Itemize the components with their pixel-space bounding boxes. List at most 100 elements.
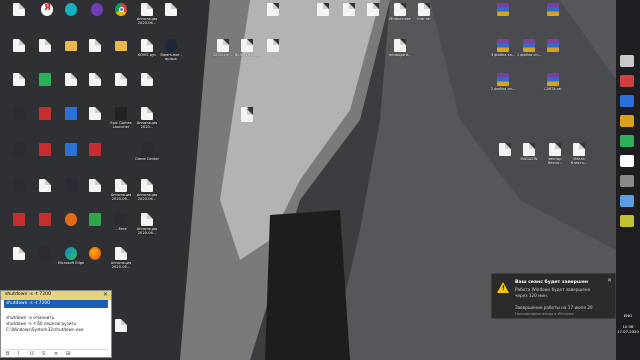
desktop-icon[interactable] bbox=[36, 2, 58, 28]
taskbar-app-icon[interactable] bbox=[620, 55, 634, 67]
desktop-icon[interactable] bbox=[84, 178, 106, 204]
desktop-icon[interactable] bbox=[542, 38, 564, 64]
desktop-icon[interactable]: Mmbscr.exe bbox=[389, 2, 411, 28]
strikethrough-icon[interactable]: S bbox=[42, 351, 45, 357]
desktop-icon[interactable] bbox=[110, 318, 132, 344]
desktop-icon[interactable]: Вкл.Ч10 на... bbox=[235, 38, 259, 64]
desktop-icon[interactable] bbox=[110, 72, 132, 98]
taskbar-app-icon[interactable] bbox=[620, 195, 634, 207]
desktop-icon[interactable]: ...Face bbox=[110, 212, 132, 238]
desktop-icon[interactable] bbox=[84, 142, 106, 168]
desktop-icon[interactable]: Microsoft Edge bbox=[58, 246, 84, 272]
command-input[interactable]: shutdown -s -t 7200 bbox=[4, 300, 108, 308]
desktop-icon[interactable] bbox=[8, 212, 30, 238]
desktop-icon[interactable] bbox=[34, 142, 56, 168]
desktop-icon[interactable]: Аннотация 2020-06... bbox=[136, 178, 158, 204]
desktop-icon[interactable]: rndr rar bbox=[413, 2, 435, 28]
desktop-icon[interactable] bbox=[136, 72, 158, 98]
desktop-icon[interactable]: Steam.exe - ярлык bbox=[160, 38, 182, 64]
doc-file-icon bbox=[165, 3, 177, 16]
desktop-icon[interactable]: Аннотация 2020-06... bbox=[136, 212, 158, 238]
shutdown-command-popup: shutdown -s -t 7200 ✕ shutdown -s -t 720… bbox=[0, 290, 112, 358]
taskbar-app-icon[interactable] bbox=[620, 135, 634, 147]
desktop-icon[interactable]: вкладки в.. bbox=[389, 38, 411, 64]
desktop-icon[interactable]: Аннотация 2020-06... bbox=[110, 246, 132, 272]
desktop-icon[interactable] bbox=[8, 72, 30, 98]
doc-file-icon bbox=[267, 39, 279, 52]
taskbar-app-icon[interactable] bbox=[620, 95, 634, 107]
desktop-icon[interactable]: 3 файла за... bbox=[491, 38, 515, 64]
close-icon[interactable]: ✕ bbox=[103, 291, 108, 298]
desktop-icon[interactable] bbox=[60, 106, 82, 132]
desktop-icon[interactable] bbox=[34, 178, 56, 204]
desktop-icon[interactable]: Магаз Класть... bbox=[568, 142, 590, 168]
desktop-icon[interactable] bbox=[8, 246, 30, 272]
desktop-icon[interactable] bbox=[312, 2, 334, 28]
close-icon[interactable]: ✕ bbox=[607, 277, 612, 284]
desktop-icon[interactable] bbox=[84, 246, 106, 272]
desktop-icon[interactable] bbox=[34, 72, 56, 98]
shutdown-notification[interactable]: ! ✕ Ваш сеанс будет завершен Работа Wind… bbox=[491, 273, 616, 319]
desktop-icon[interactable]: ... bbox=[262, 38, 284, 64]
desktop-icon[interactable] bbox=[110, 38, 132, 64]
desktop-icon[interactable] bbox=[338, 2, 360, 28]
bold-icon[interactable]: B bbox=[6, 351, 9, 357]
taskbar-app-icon[interactable] bbox=[620, 155, 634, 167]
desktop-icon[interactable] bbox=[84, 212, 106, 238]
desktop-icon[interactable] bbox=[60, 178, 82, 204]
taskbar-app-icon[interactable] bbox=[620, 115, 634, 127]
desktop-icon[interactable] bbox=[492, 2, 514, 28]
taskbar-app-icon[interactable] bbox=[620, 215, 634, 227]
desktop-icon[interactable] bbox=[60, 72, 82, 98]
desktop-icon[interactable] bbox=[84, 106, 106, 132]
desktop-icon[interactable] bbox=[110, 2, 132, 28]
desktop-icon[interactable] bbox=[8, 142, 30, 168]
desktop-icon[interactable] bbox=[34, 212, 56, 238]
desktop-icon[interactable]: Epic Games Launcher bbox=[110, 106, 132, 132]
desktop-icon[interactable] bbox=[60, 2, 82, 28]
taskbar-app-icon[interactable] bbox=[620, 175, 634, 187]
desktop-icon[interactable] bbox=[86, 2, 108, 28]
desktop-icon[interactable] bbox=[262, 2, 284, 28]
desktop-icon[interactable]: CARTA.rar bbox=[542, 72, 564, 98]
desktop-icon[interactable]: вектор Лесоп... bbox=[544, 142, 566, 168]
desktop-icon[interactable] bbox=[60, 38, 82, 64]
desktop-icon[interactable] bbox=[8, 38, 30, 64]
desktop-icon[interactable] bbox=[542, 2, 564, 28]
desktop-icon[interactable] bbox=[60, 212, 82, 238]
desktop-icon[interactable] bbox=[494, 142, 516, 168]
desktop-icon[interactable] bbox=[362, 2, 384, 28]
list-icon[interactable]: ≡ bbox=[54, 351, 58, 357]
desktop-icon[interactable] bbox=[8, 178, 30, 204]
language-indicator[interactable]: ENG bbox=[616, 313, 640, 318]
desktop-icon[interactable] bbox=[34, 106, 56, 132]
desktop-icon[interactable] bbox=[84, 38, 106, 64]
desktop-icon[interactable]: 123.1 из ... bbox=[212, 38, 234, 64]
desktop-icon[interactable] bbox=[84, 72, 106, 98]
desktop-icon[interactable] bbox=[160, 2, 182, 28]
desktop-icon[interactable]: MAGAZIN bbox=[518, 142, 540, 168]
image-icon[interactable]: ⊞ bbox=[66, 351, 70, 357]
desktop-icon[interactable]: Аннотация 2020-06... bbox=[136, 2, 158, 28]
desktop-icon[interactable]: Аннотация 2020-06... bbox=[110, 178, 132, 204]
desktop-icon[interactable]: 2 файла из... bbox=[491, 72, 515, 98]
doc-file-icon bbox=[13, 39, 25, 52]
desktop-icon[interactable]: Game Center bbox=[135, 142, 159, 168]
desktop-icon-label bbox=[539, 53, 567, 61]
clock[interactable]: 10:36 17.07.2020 bbox=[616, 324, 640, 334]
desktop-icon-label: вкладки в.. bbox=[389, 53, 411, 57]
desktop-icon[interactable]: Аннотация 2020... bbox=[136, 106, 158, 132]
desktop-icon[interactable] bbox=[8, 2, 30, 28]
desktop-icon[interactable]: KOVIS рус bbox=[136, 38, 158, 64]
underline-icon[interactable]: U bbox=[30, 351, 34, 357]
taskbar-app-icon[interactable] bbox=[620, 75, 634, 87]
desktop-icon[interactable] bbox=[8, 106, 30, 132]
desktop-icon-label bbox=[31, 157, 59, 165]
doc-file-icon bbox=[39, 179, 51, 192]
desktop-icon[interactable] bbox=[34, 38, 56, 64]
desktop-icon[interactable] bbox=[60, 142, 82, 168]
desktop-icon[interactable]: 1 файла из... bbox=[517, 38, 541, 64]
italic-icon[interactable]: I bbox=[18, 351, 19, 357]
desktop-icon[interactable] bbox=[34, 246, 56, 272]
desktop-icon[interactable] bbox=[236, 108, 258, 134]
